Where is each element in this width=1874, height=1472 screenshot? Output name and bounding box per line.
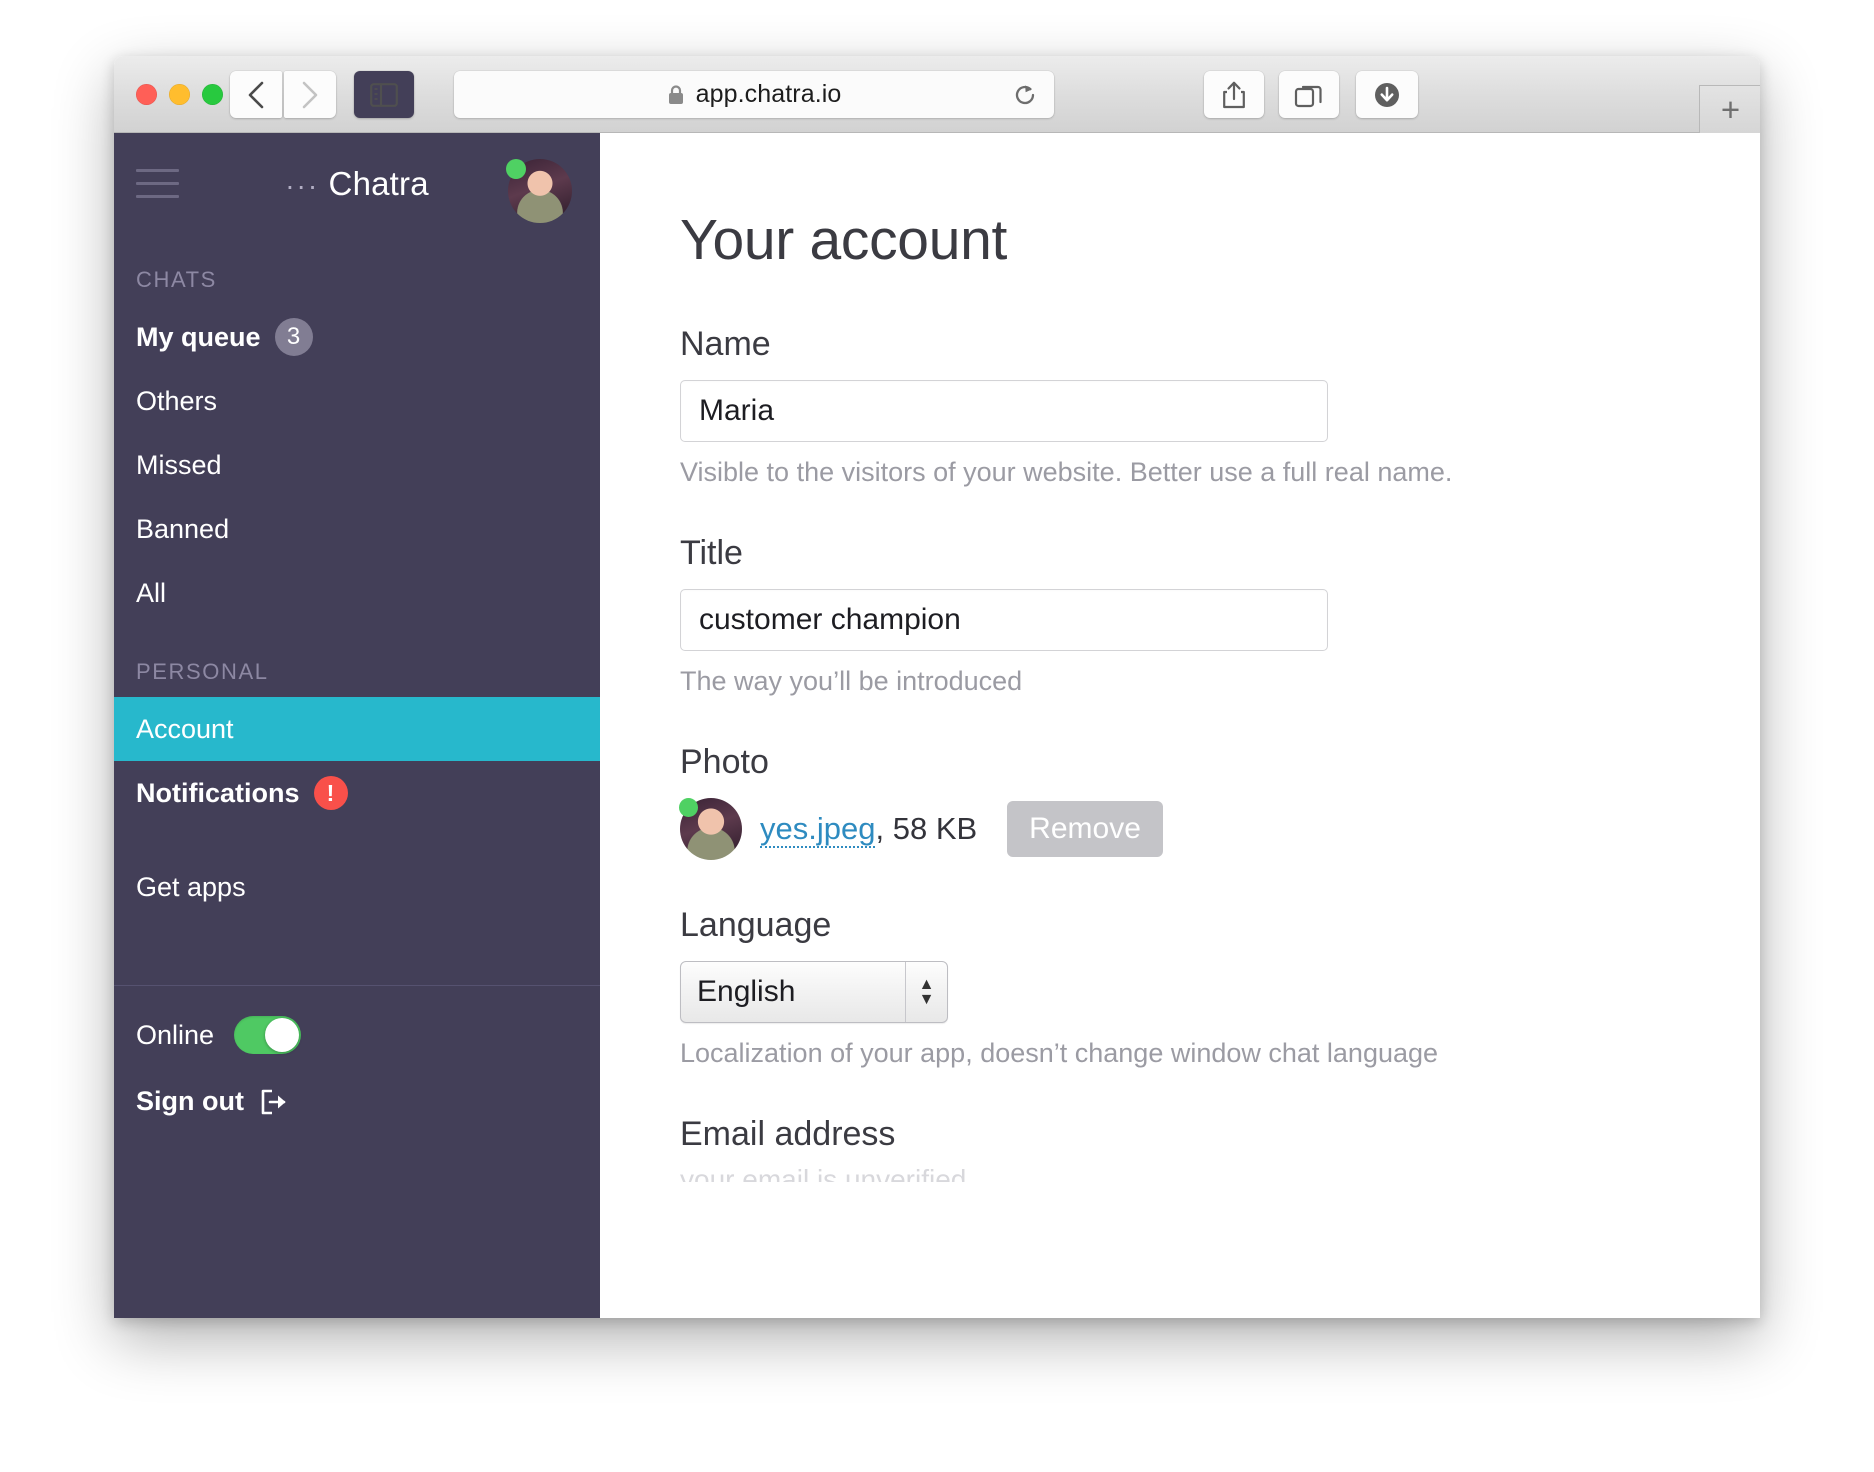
sidebar-item-others[interactable]: Others (114, 369, 600, 433)
share-button[interactable] (1204, 71, 1264, 118)
sidebar-item-get-apps[interactable]: Get apps (114, 855, 600, 919)
tab-overview-button[interactable] (1279, 71, 1339, 118)
email-label: Email address (680, 1115, 896, 1153)
new-tab-label: + (1720, 91, 1741, 128)
sidebar-footer: Online Sign out (114, 986, 600, 1117)
sidebar-item-label: Banned (136, 513, 230, 544)
window-traffic-lights (136, 84, 223, 105)
title-hint: The way you’ll be introduced (680, 666, 1023, 696)
maximize-window-button[interactable] (202, 84, 223, 105)
page-title: Your account (680, 208, 1008, 272)
sidebar-item-label: My queue (136, 321, 261, 352)
close-window-button[interactable] (136, 84, 157, 105)
sidebar-item-account[interactable]: Account (114, 697, 600, 761)
online-label: Online (136, 1019, 215, 1050)
lock-icon (668, 84, 683, 104)
sign-out-label: Sign out (136, 1086, 244, 1116)
download-icon (1375, 82, 1399, 107)
sidebar-section-personal-label: PERSONAL (136, 659, 269, 684)
remove-photo-button[interactable]: Remove (1007, 801, 1163, 857)
sidebar-toggle-icon (370, 82, 398, 107)
photo-file-line: yes.jpeg, 58 KB (760, 811, 978, 848)
sign-out-button[interactable]: Sign out (136, 1086, 578, 1117)
language-select-value: English (697, 975, 796, 1008)
sidebar-item-label: Get apps (136, 871, 246, 902)
sidebar-item-all[interactable]: All (114, 561, 600, 625)
title-field-group: Title The way you’ll be introduced (680, 534, 1760, 697)
photo-label: Photo (680, 743, 769, 781)
minimize-window-button[interactable] (169, 84, 190, 105)
photo-file-link[interactable]: yes.jpeg (760, 811, 876, 848)
photo-file-separator: , (875, 811, 885, 846)
url-text: app.chatra.io (695, 80, 842, 108)
language-field-group: Language English ▲ ▼ Localization of your… (680, 906, 1760, 1069)
chevron-left-icon (248, 81, 264, 108)
notifications-alert-badge: ! (313, 776, 348, 810)
online-toggle[interactable] (234, 1016, 302, 1054)
sidebar-item-label: Notifications (136, 777, 300, 808)
name-field-group: Name Visible to the visitors of your web… (680, 325, 1760, 488)
email-field-group: Email address your email is unverified (680, 1115, 1760, 1182)
sidebar-item-notifications[interactable]: Notifications ! (114, 761, 600, 825)
sidebar: ··· Chatra CHATS My queue 3 Others Misse… (114, 133, 600, 1318)
brand-name: Chatra (328, 165, 429, 202)
photo-file-size: 58 KB (892, 811, 978, 846)
back-button[interactable] (230, 71, 282, 118)
language-select[interactable]: English ▲ ▼ (680, 961, 948, 1023)
title-input[interactable] (680, 589, 1328, 651)
my-queue-badge: 3 (274, 318, 313, 356)
avatar[interactable] (506, 159, 572, 223)
avatar-online-indicator (506, 159, 526, 179)
new-tab-button[interactable]: + (1699, 85, 1760, 133)
reload-icon (1015, 85, 1035, 105)
online-toggle-knob (265, 1018, 300, 1052)
reload-button[interactable] (1012, 82, 1038, 113)
language-label: Language (680, 906, 832, 944)
forward-button[interactable] (284, 71, 336, 118)
brand-dots: ··· (285, 170, 320, 201)
sidebar-header: ··· Chatra (114, 133, 600, 233)
app-body: ··· Chatra CHATS My queue 3 Others Misse… (114, 133, 1760, 1318)
title-label: Title (680, 534, 743, 572)
downloads-button[interactable] (1356, 71, 1418, 118)
browser-titlebar: app.chatra.io + (114, 56, 1760, 133)
name-hint: Visible to the visitors of your website.… (680, 457, 1453, 487)
online-toggle-row[interactable]: Online (136, 1016, 578, 1054)
sidebar-item-banned[interactable]: Banned (114, 497, 600, 561)
sidebar-section-chats-label: CHATS (136, 267, 217, 292)
language-hint: Localization of your app, doesn’t change… (680, 1038, 1439, 1068)
chevron-updown-icon: ▲ ▼ (905, 962, 947, 1022)
email-cut-text: your email is unverified (680, 1164, 967, 1182)
photo-thumbnail[interactable] (679, 798, 742, 860)
browser-window: app.chatra.io + ··· Chatra CHATS My queu… (114, 56, 1760, 1318)
sidebar-item-label: Account (136, 713, 234, 744)
sidebar-item-label: Missed (136, 449, 222, 480)
photo-field-group: Photo yes.jpeg, 58 KB Remove (679, 743, 1760, 860)
sidebar-item-label: All (136, 577, 167, 608)
main-content: Your account Name Visible to the visitor… (600, 133, 1760, 1318)
sidebar-toggle-button[interactable] (354, 71, 414, 118)
chevron-right-icon (302, 81, 318, 108)
sidebar-item-missed[interactable]: Missed (114, 433, 600, 497)
sidebar-item-my-queue[interactable]: My queue 3 (114, 305, 600, 369)
name-input[interactable] (680, 380, 1328, 442)
name-label: Name (680, 325, 771, 363)
sidebar-item-label: Others (136, 385, 218, 416)
share-icon (1223, 81, 1245, 108)
photo-online-indicator (679, 798, 698, 817)
tab-overview-icon (1294, 85, 1322, 107)
address-bar[interactable]: app.chatra.io (454, 71, 1054, 118)
photo-row: yes.jpeg, 58 KB Remove (679, 798, 1760, 860)
exit-icon (261, 1089, 286, 1114)
